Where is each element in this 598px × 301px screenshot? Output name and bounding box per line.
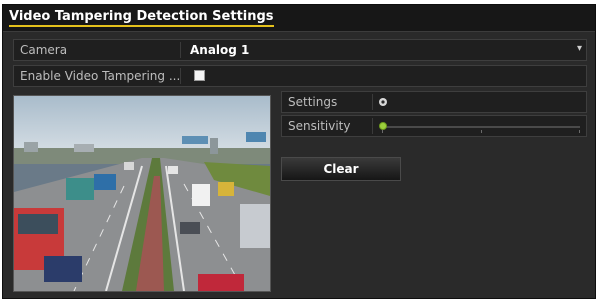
- video-tampering-dialog: Video Tampering Detection Settings Camer…: [2, 4, 596, 299]
- camera-preview[interactable]: [13, 95, 271, 292]
- enable-checkbox[interactable]: [194, 70, 205, 81]
- chevron-down-icon[interactable]: ▾: [577, 43, 582, 54]
- settings-panel: Settings Sensitivity: [281, 91, 587, 139]
- divider: [180, 42, 181, 58]
- title-bar: Video Tampering Detection Settings: [3, 5, 595, 32]
- dialog-title: Video Tampering Detection Settings: [9, 9, 274, 27]
- gear-icon[interactable]: [378, 97, 388, 107]
- enable-row: Enable Video Tampering ...: [13, 65, 587, 87]
- slider-tick: [481, 130, 482, 133]
- sensitivity-row: Sensitivity: [281, 115, 587, 137]
- divider: [372, 118, 373, 134]
- settings-row: Settings: [281, 91, 587, 113]
- camera-select[interactable]: Camera Analog 1 ▾: [13, 39, 587, 61]
- sensitivity-label: Sensitivity: [288, 119, 351, 133]
- clear-button[interactable]: Clear: [281, 157, 401, 181]
- preview-image: [14, 96, 270, 291]
- divider: [180, 68, 181, 84]
- sensitivity-slider[interactable]: [382, 126, 580, 128]
- enable-label: Enable Video Tampering ...: [20, 69, 181, 83]
- settings-label: Settings: [288, 95, 338, 109]
- slider-knob[interactable]: [379, 122, 387, 130]
- slider-tick: [382, 130, 383, 133]
- camera-value: Analog 1: [190, 43, 250, 57]
- divider: [372, 94, 373, 110]
- slider-tick: [579, 130, 580, 133]
- camera-label: Camera: [20, 43, 68, 57]
